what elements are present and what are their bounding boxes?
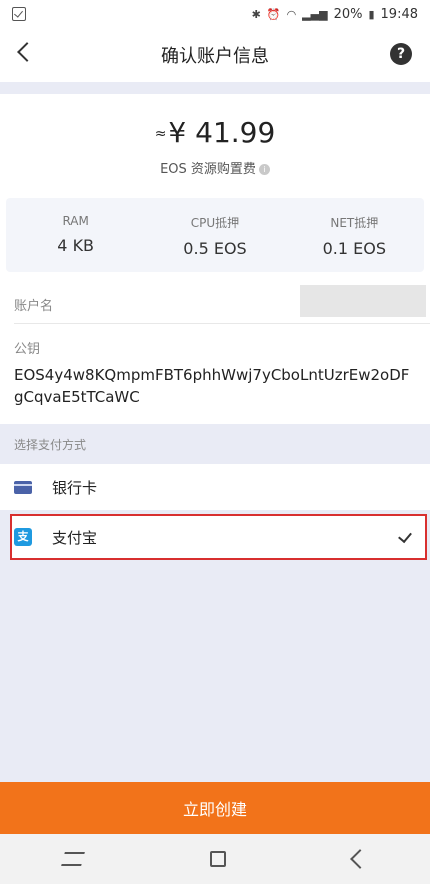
payment-option-alipay[interactable]: 支 支付宝 bbox=[10, 514, 427, 560]
resource-label: NET抵押 bbox=[330, 216, 379, 230]
info-icon[interactable]: i bbox=[258, 164, 270, 175]
home-icon[interactable] bbox=[209, 851, 226, 867]
status-bar: ✱ ⏰ ◠ ▂▄▆ 20% ▮ 19:48 bbox=[0, 0, 430, 28]
status-indicators: ✱ ⏰ ◠ ▂▄▆ 20% ▮ 19:48 bbox=[252, 7, 418, 22]
price-label-text: EOS 资源购置费 bbox=[160, 162, 256, 177]
account-name-label: 账户名 bbox=[14, 299, 54, 314]
divider-band bbox=[0, 82, 430, 94]
check-icon bbox=[398, 528, 412, 544]
battery-icon: ▮ bbox=[368, 7, 375, 21]
resource-value: 4 KB bbox=[57, 236, 95, 255]
price-value: ¥ 41.99 bbox=[168, 116, 276, 149]
back-arrow-icon[interactable] bbox=[17, 42, 37, 62]
bank-card-icon bbox=[14, 480, 32, 494]
nav-bar: 确认账户信息 ? bbox=[0, 28, 430, 82]
resource-value: 0.5 EOS bbox=[183, 239, 247, 258]
bluetooth-icon: ✱ bbox=[251, 7, 261, 21]
back-icon[interactable] bbox=[349, 849, 370, 869]
wifi-icon: ◠ bbox=[286, 7, 297, 21]
resource-summary: RAM 4 KB CPU抵押 0.5 EOS NET抵押 0.1 EOS bbox=[6, 198, 424, 272]
resource-label: CPU抵押 bbox=[190, 216, 240, 230]
public-key-label: 公钥 bbox=[14, 342, 41, 357]
checkbox-notification-icon bbox=[12, 7, 26, 21]
account-name-field[interactable] bbox=[300, 285, 426, 317]
clock: 19:48 bbox=[380, 6, 418, 22]
payment-option-bank-card[interactable]: 银行卡 bbox=[0, 464, 430, 510]
resource-net: NET抵押 0.1 EOS bbox=[285, 198, 424, 272]
divider bbox=[14, 323, 430, 324]
alipay-icon: 支 bbox=[14, 528, 32, 546]
page-title: 确认账户信息 bbox=[161, 46, 269, 67]
battery-percent: 20% bbox=[333, 6, 363, 22]
help-icon[interactable]: ? bbox=[390, 43, 412, 65]
create-now-button[interactable]: 立即创建 bbox=[0, 782, 430, 834]
system-nav-bar bbox=[0, 834, 430, 884]
approx-symbol: ≈ bbox=[154, 126, 167, 142]
payment-option-label: 支付宝 bbox=[52, 528, 98, 547]
payment-option-label: 银行卡 bbox=[52, 478, 98, 497]
signal-icon: ▂▄▆ bbox=[302, 7, 328, 21]
alarm-icon: ⏰ bbox=[266, 7, 281, 21]
resource-value: 0.1 EOS bbox=[322, 239, 387, 258]
price-amount: ≈¥ 41.99 bbox=[0, 116, 430, 149]
price-label: EOS 资源购置费 i bbox=[0, 158, 430, 177]
resource-ram: RAM 4 KB bbox=[6, 198, 145, 272]
resource-cpu: CPU抵押 0.5 EOS bbox=[145, 198, 284, 272]
public-key-value: EOS4y4w8KQmpmFBT6phhWwj7yCboLntUzrEw2oDF… bbox=[14, 366, 410, 406]
recent-apps-icon[interactable] bbox=[61, 852, 86, 866]
payment-method-header: 选择支付方式 bbox=[0, 424, 430, 464]
resource-label: RAM bbox=[62, 214, 89, 228]
